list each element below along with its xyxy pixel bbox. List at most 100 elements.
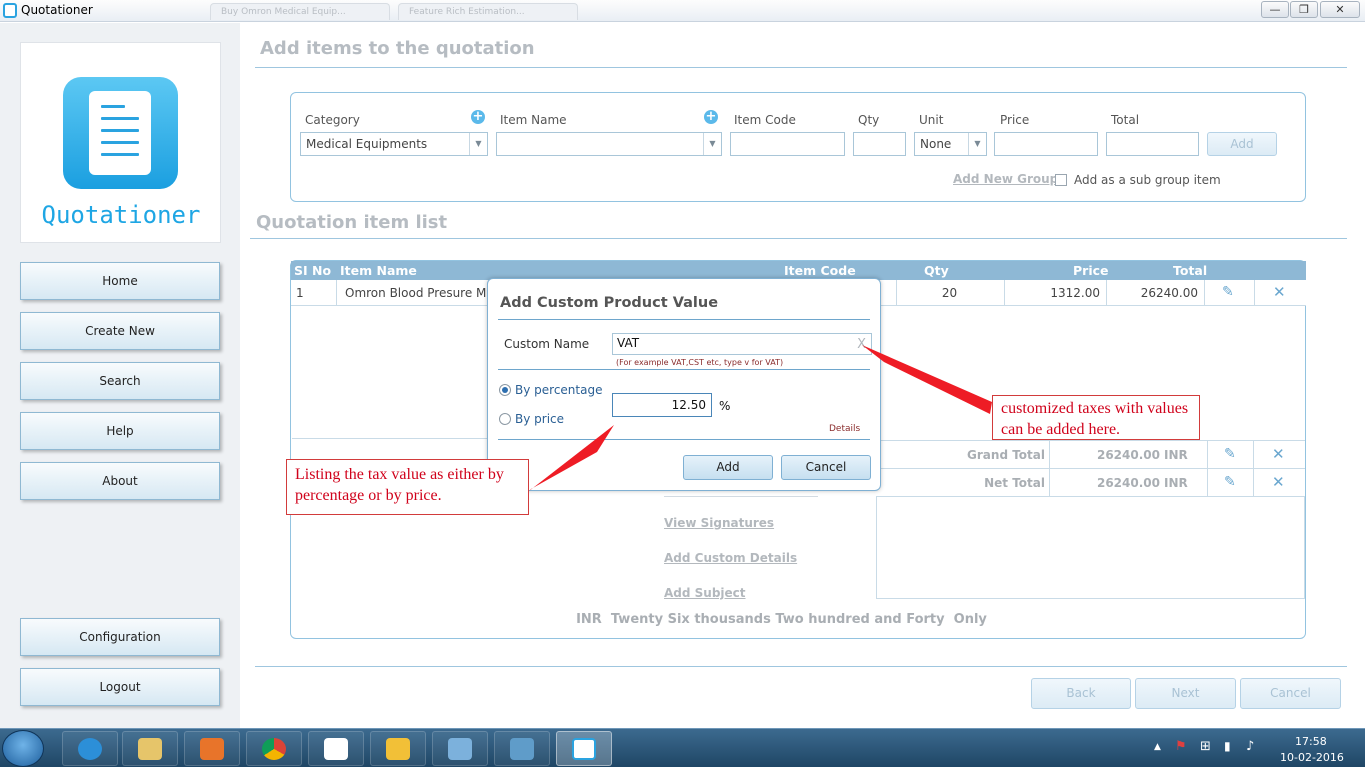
edit-pencil-icon[interactable]: ✎ [1222,284,1234,300]
nav-create-new-button[interactable]: Create New [20,312,220,350]
taskbar-chrome[interactable] [246,731,302,766]
lightbulb-icon [386,738,410,760]
windows-start-icon[interactable] [2,730,44,767]
tray-signal-icon[interactable]: ▮ [1224,739,1231,753]
delete-x-icon[interactable]: ✕ [1272,473,1285,491]
add-item-button[interactable]: Add [1207,132,1277,156]
title-bar: Quotationer Buy Omron Medical Equip... F… [0,0,1365,22]
grid-apps-icon [324,738,348,760]
callout-tax-value-modes: Listing the tax value as either by perce… [286,459,529,515]
clock-time[interactable]: 17:58 [1295,735,1327,748]
custom-name-input[interactable]: VAT X [612,333,872,355]
taskbar-media[interactable] [184,731,240,766]
taskbar-photos[interactable] [494,731,550,766]
tray-network-icon[interactable]: ⊞ [1200,739,1211,754]
tray-volume-icon[interactable]: ♪ [1246,739,1254,754]
column-header-total: Total [1173,263,1208,278]
close-window-button[interactable]: ✕ [1320,1,1360,18]
back-button[interactable]: Back [1031,678,1131,709]
qty-input[interactable] [853,132,906,156]
delete-x-icon[interactable]: ✕ [1273,283,1286,301]
net-total-value: 26240.00 [1096,476,1160,490]
cancel-button[interactable]: Cancel [1240,678,1341,709]
quotationer-icon [572,738,596,760]
callout-custom-taxes: customized taxes with values can be adde… [992,395,1200,440]
nav-configuration-button[interactable]: Configuration [20,618,220,656]
custom-name-hint: (For example VAT,CST etc, type v for VAT… [616,358,784,367]
clear-x-icon[interactable]: X [857,337,866,352]
by-percentage-radio[interactable] [499,384,511,396]
item-name-select[interactable]: ▼ [496,132,722,156]
unit-label: Unit [919,113,944,127]
clock-date[interactable]: 10-02-2016 [1280,751,1344,764]
taskbar-control-panel[interactable] [432,731,488,766]
divider [255,666,1347,667]
photo-viewer-icon [510,738,534,760]
chevron-down-icon: ▼ [703,133,721,155]
add-item-plus-icon[interactable]: + [704,110,718,124]
next-button[interactable]: Next [1135,678,1236,709]
column-header-item-name: Item Name [340,263,417,278]
add-subject-link[interactable]: Add Subject [664,586,746,600]
add-custom-details-link[interactable]: Add Custom Details [664,551,797,565]
add-new-group-link[interactable]: Add New Group [953,172,1058,186]
grand-total-currency: INR [1162,441,1208,469]
grand-total-label: Grand Total [876,441,1050,469]
tray-up-arrow-icon[interactable]: ▲ [1154,742,1161,752]
nav-about-button[interactable]: About [20,462,220,500]
category-label: Category [305,113,360,127]
unit-select[interactable]: None ▼ [914,132,987,156]
minimize-button[interactable]: — [1261,1,1289,18]
by-price-label[interactable]: By price [515,412,564,426]
column-header-item-code: Item Code [784,263,856,278]
nav-home-button[interactable]: Home [20,262,220,300]
price-input[interactable] [994,132,1098,156]
edit-pencil-icon[interactable]: ✎ [1224,474,1236,490]
grand-total-value: 26240.00 [1096,448,1160,462]
background-tab-1: Buy Omron Medical Equip... [210,3,390,20]
restore-button[interactable]: ❐ [1290,1,1318,18]
taskbar-explorer[interactable] [122,731,178,766]
net-total-label: Net Total [876,469,1050,497]
item-code-input[interactable] [730,132,845,156]
taskbar-lightbulb[interactable] [370,731,426,766]
total-input[interactable] [1106,132,1199,156]
taskbar-ie[interactable] [62,731,118,766]
nav-search-button[interactable]: Search [20,362,220,400]
dialog-add-button[interactable]: Add [683,455,773,480]
nav-logout-button[interactable]: Logout [20,668,220,706]
divider [664,496,818,497]
divider [255,67,1347,68]
percent-symbol: % [719,399,731,413]
by-price-radio[interactable] [499,413,511,425]
add-category-plus-icon[interactable]: + [471,110,485,124]
tray-flag-icon[interactable]: ⚑ [1175,739,1187,754]
delete-x-icon[interactable]: ✕ [1272,445,1285,463]
custom-product-value-dialog: Add Custom Product Value Custom Name VAT… [487,278,881,491]
edit-pencil-icon[interactable]: ✎ [1224,446,1236,462]
category-select[interactable]: Medical Equipments ▼ [300,132,488,156]
item-code-label: Item Code [734,113,796,127]
qty-label: Qty [858,113,880,127]
by-percentage-label[interactable]: By percentage [515,383,602,397]
view-signatures-link[interactable]: View Signatures [664,516,774,530]
nav-help-button[interactable]: Help [20,412,220,450]
item-name-label: Item Name [500,113,567,127]
logo-text: Quotationer [41,201,201,229]
sub-group-checkbox[interactable] [1055,174,1067,186]
details-link[interactable]: Details [829,424,860,434]
taskbar-quotationer[interactable] [556,731,612,766]
grand-total-row: Grand Total 26240.00 INR ✎ ✕ [876,441,1305,469]
control-panel-icon [448,738,472,760]
folder-icon [138,738,162,760]
taskbar-apps[interactable] [308,731,364,766]
chrome-icon [262,738,286,760]
sidebar: Quotationer Home Create New Search Help … [0,23,240,728]
document-logo-icon [63,77,178,189]
tax-value-input[interactable]: 12.50 [612,393,712,417]
dialog-title: Add Custom Product Value [500,295,719,311]
dialog-cancel-button[interactable]: Cancel [781,455,871,480]
sub-group-label: Add as a sub group item [1074,173,1221,187]
column-header-si: SI No [294,263,332,278]
custom-name-label: Custom Name [504,337,590,351]
